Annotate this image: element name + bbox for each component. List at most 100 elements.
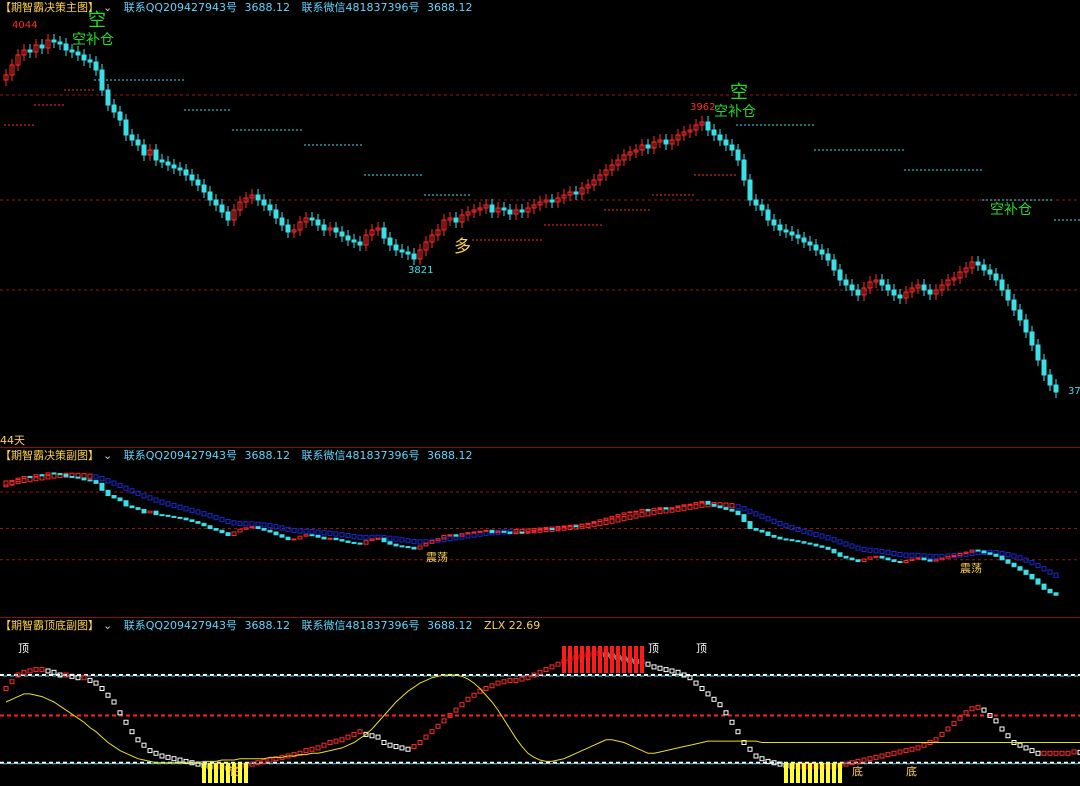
chevron-down-icon[interactable]: ⌄: [103, 1, 112, 14]
oscillator-panel[interactable]: 【期智霸顶底副图】 ⌄ 联系QQ209427943号 3688.12 联系微信48…: [0, 618, 1080, 786]
sub-candle: [999, 555, 1005, 561]
sub-chart-title[interactable]: 【期智霸决策副图】: [0, 449, 99, 462]
sub-candle: [519, 531, 525, 534]
sub-candle: [807, 542, 813, 545]
band-segment: [321, 530, 327, 536]
osc-block: [159, 753, 165, 759]
candle-body: [813, 244, 819, 251]
osc-block: [33, 667, 39, 673]
chevron-down-icon[interactable]: ⌄: [103, 619, 112, 632]
osc-block: [1005, 733, 1011, 739]
band-segment: [891, 550, 897, 557]
osc-block: [981, 707, 987, 713]
candle-body: [393, 244, 399, 251]
sub-candle: [501, 530, 507, 533]
band-segment: [597, 520, 603, 527]
sub-candle: [375, 537, 381, 540]
top-zone-bar: [622, 646, 626, 673]
band-segment: [813, 531, 819, 538]
band-segment: [261, 522, 267, 528]
osc-block: [921, 742, 927, 748]
candle-body: [825, 253, 831, 261]
band-segment: [933, 553, 939, 560]
candle-body: [195, 179, 201, 186]
osc-block: [165, 754, 171, 760]
candle-body: [87, 59, 93, 63]
sub-candle: [111, 495, 117, 499]
sub-candle: [303, 534, 309, 537]
sub-candle: [279, 534, 285, 538]
bottom-label: 底: [228, 764, 239, 778]
osc-block: [411, 744, 417, 750]
top-zone-bar: [586, 646, 590, 673]
osc-block: [315, 745, 321, 751]
candle-body: [711, 129, 717, 136]
band-segment: [399, 537, 405, 543]
sub-candle: [87, 479, 93, 482]
osc-block: [729, 719, 735, 725]
bottom-zone-bar: [814, 762, 818, 783]
sub-candle: [663, 507, 669, 510]
sub-candle: [447, 534, 453, 537]
candle-body: [729, 144, 735, 151]
sub-contact-qq: 联系QQ209427943号: [123, 449, 238, 462]
candle-body: [183, 169, 189, 176]
bottom-zone-bar: [784, 762, 788, 783]
osc-block: [309, 746, 315, 752]
osc-block: [723, 710, 729, 716]
main-chart-panel[interactable]: 【期智霸决策主图】 ⌄ 联系QQ209427943号 3688.12 联系微信48…: [0, 0, 1080, 447]
sub-candle: [759, 529, 765, 533]
sub-candle: [831, 548, 837, 554]
sub-chart-panel[interactable]: 【期智霸决策副图】 ⌄ 联系QQ209427943号 3688.12 联系微信48…: [0, 448, 1080, 616]
candle-body: [573, 191, 579, 195]
candle-body: [213, 199, 219, 206]
sub-candle: [975, 549, 981, 552]
signal-short-add: 空补仓: [990, 202, 1032, 218]
candle-body: [261, 199, 267, 206]
osc-block: [1059, 750, 1065, 756]
sub-candle: [75, 476, 81, 479]
sub-contact-wx: 联系微信481837396号: [301, 449, 420, 462]
chevron-down-icon[interactable]: ⌄: [103, 449, 112, 462]
sub-candle: [735, 510, 741, 516]
osc-block: [39, 667, 45, 673]
osc-block: [393, 744, 399, 750]
osc-block: [1047, 750, 1053, 756]
band-segment: [291, 527, 297, 534]
bottom-zone-bar: [214, 762, 218, 783]
oscillator-title[interactable]: 【期智霸顶底副图】: [0, 619, 99, 632]
osc-block: [435, 723, 441, 729]
band-segment: [225, 518, 231, 525]
band-segment: [603, 519, 609, 526]
main-candlestick-chart[interactable]: 404439623821370空空补仓空空补仓空补仓多: [0, 0, 1080, 430]
sub-candle: [933, 559, 939, 562]
bottom-zone-bar: [202, 762, 206, 783]
band-segment: [963, 551, 969, 557]
sub-candle: [849, 557, 855, 561]
sub-price-1: 3688.12: [244, 449, 291, 462]
sub-candle: [657, 507, 663, 510]
osc-block: [351, 731, 357, 737]
oscillator-chart[interactable]: 顶 顶 顶底 底 底: [0, 618, 1080, 786]
sub-candle: [693, 501, 699, 505]
osc-block: [303, 748, 309, 754]
osc-block: [387, 742, 393, 748]
candle-body: [207, 191, 213, 201]
candle-body: [765, 209, 771, 221]
band-segment: [759, 513, 765, 519]
candle-body: [219, 204, 225, 213]
osc-block: [507, 677, 513, 683]
sub-candle: [261, 528, 267, 531]
sub-candle: [399, 545, 405, 548]
candle-body: [141, 144, 147, 156]
candle-body: [273, 209, 279, 219]
sub-candle: [1005, 559, 1011, 564]
candle-body: [849, 284, 855, 291]
main-chart-title[interactable]: 【期智霸决策主图】: [0, 1, 99, 14]
sub-band-chart[interactable]: 震荡震荡: [0, 448, 1080, 616]
candle-body: [309, 217, 315, 221]
band-segment: [93, 474, 99, 480]
candle-body: [1011, 299, 1017, 311]
candle-body: [201, 184, 207, 193]
candle-body: [507, 209, 513, 215]
